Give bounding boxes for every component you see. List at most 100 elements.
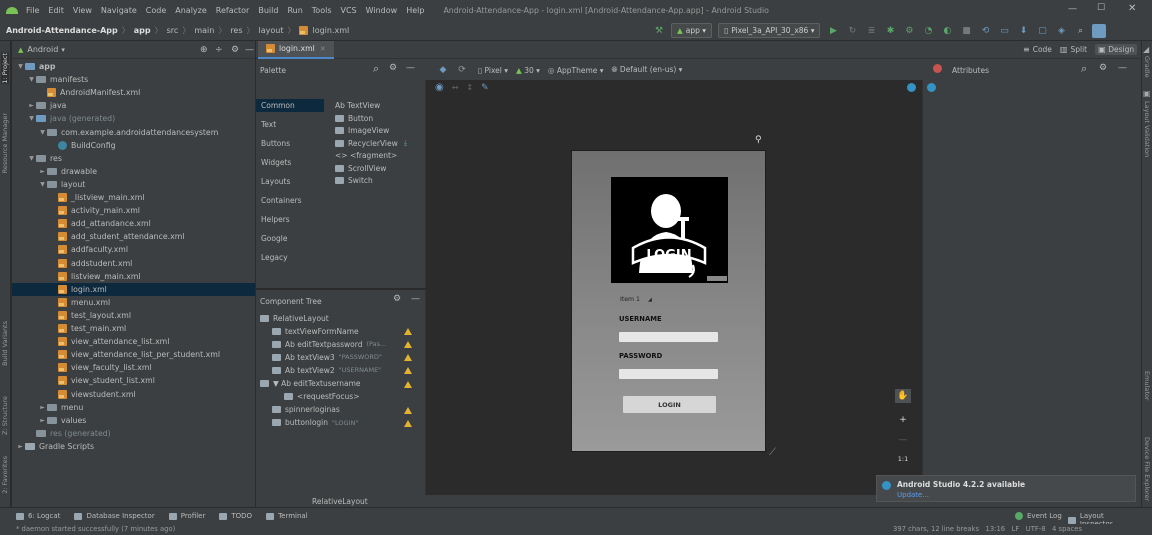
component-tree-item[interactable]: Ab textView2 "USERNAME" [272,364,381,376]
zoom-to-fit-button[interactable]: 1:1 [895,452,911,466]
password-input[interactable] [619,369,718,379]
emulator-tab[interactable]: Emulator [1143,371,1151,401]
tree-item[interactable]: ▼ com.example.androidattendancesystem [12,126,255,139]
gear-icon[interactable]: ⚙ [231,45,239,55]
palette-hide-icon[interactable]: — [406,63,415,73]
component-tree-item[interactable]: ▼ Ab editTextusername [260,378,361,390]
palette-item[interactable]: <> <fragment> [335,149,397,162]
zoom-in-icon[interactable]: + [895,413,911,427]
menu-file[interactable]: File [26,6,39,15]
palette-category-containers[interactable]: Containers [256,194,324,207]
component-tree-gear-icon[interactable]: ⚙ [393,294,401,304]
tree-item[interactable]: ► menu [12,401,255,414]
tree-item[interactable]: view_attendance_list.xml [12,335,255,348]
palette-category-common[interactable]: Common [256,99,324,112]
chevron-down-icon[interactable]: ▼ [38,181,47,188]
chevron-down-icon[interactable]: ▼ [27,76,36,83]
sync-gradle-icon[interactable]: ⟲ [978,24,992,38]
menu-run[interactable]: Run [287,6,302,15]
tree-item[interactable]: ► drawable [12,165,255,178]
attributes-gear-icon[interactable]: ⚙ [1099,63,1107,73]
palette-item[interactable]: ScrollView [335,162,386,175]
menu-refactor[interactable]: Refactor [216,6,250,15]
warning-icon[interactable] [404,380,412,388]
hammer-icon[interactable]: ⚒ [652,24,666,38]
menu-build[interactable]: Build [258,6,278,15]
palette-category-widgets[interactable]: Widgets [256,156,324,169]
breadcrumb-file[interactable]: login.xml [312,26,349,35]
warning-icon[interactable] [404,419,412,427]
device-manager-icon[interactable]: ▢ [1035,24,1049,38]
login-logo-image[interactable]: LOGIN [611,177,728,283]
database-inspector-tab[interactable]: Database Inspector [74,512,155,520]
chevron-down-icon[interactable]: ▼ [27,155,36,162]
warning-icon[interactable] [404,354,412,362]
palette-category-helpers[interactable]: Helpers [256,213,324,226]
locate-icon[interactable]: ⊕ [200,45,208,55]
tree-item[interactable]: view_attendance_list_per_student.xml [12,348,255,361]
minimize-button[interactable]: — [1068,4,1077,14]
pan-hand-icon[interactable]: ✋ [895,389,911,403]
component-tree-item[interactable]: buttonlogin "LOGIN" [272,417,358,429]
breadcrumb-relativelayout[interactable]: RelativeLayout [312,497,368,506]
api-level-select[interactable]: ▲ 30 ▾ [516,66,540,75]
close-button[interactable]: ✕ [1128,3,1136,14]
palette-item[interactable]: Switch [335,174,373,187]
menu-navigate[interactable]: Navigate [101,6,137,15]
chevron-right-icon[interactable]: ► [38,417,47,424]
chevron-down-icon[interactable]: ▼ [38,129,47,136]
chevron-right-icon[interactable]: ► [16,443,25,450]
update-notification[interactable]: Android Studio 4.2.2 available Update... [876,475,1136,502]
device-file-explorer-tab[interactable]: Device File Explorer [1143,437,1151,501]
logcat-tab[interactable]: 6: Logcat [16,512,60,520]
palette-item[interactable]: ImageView [335,124,389,137]
favorites-tab[interactable]: 2: Favorites [1,456,9,494]
tree-item[interactable]: menu.xml [12,296,255,309]
download-icon[interactable]: ⤓ [404,138,407,148]
breadcrumb-project[interactable]: Android-Attendance-App [6,26,118,35]
login-button[interactable]: LOGIN [623,396,716,413]
structure-tab[interactable]: Z: Structure [1,396,9,435]
tree-item[interactable]: ► values [12,414,255,427]
menu-help[interactable]: Help [406,6,424,15]
menu-vcs[interactable]: VCS [341,6,357,15]
palette-category-legacy[interactable]: Legacy [256,251,324,264]
breadcrumb-module[interactable]: app [134,26,151,35]
tree-item[interactable]: ► Gradle Scripts [12,440,255,453]
avd-manager-icon[interactable]: ▭ [997,24,1011,38]
gradle-tab[interactable]: Gradle [1143,56,1151,78]
tree-item[interactable]: login.xml [12,282,255,296]
tree-item[interactable]: test_layout.xml [12,309,255,322]
run-icon[interactable]: ▶ [826,24,840,38]
tree-item[interactable]: addstudent.xml [12,257,255,270]
eye-icon[interactable]: ◉ [435,82,444,93]
tree-item[interactable]: activity_main.xml [12,204,255,217]
component-tree-hide-icon[interactable]: — [411,294,420,304]
tree-item[interactable]: ► java [12,99,255,112]
project-tab[interactable]: 1: Project [1,53,9,84]
todo-tab[interactable]: TODO [219,512,252,520]
resize-handle-icon[interactable]: ⟋ [769,447,776,458]
hide-icon[interactable]: — [245,45,254,55]
spinner-login-as[interactable]: Item 1 ◢ [620,296,652,303]
menu-tools[interactable]: Tools [312,6,332,15]
chevron-down-icon[interactable]: ▼ [27,115,36,122]
zoom-out-icon[interactable]: — [895,433,911,447]
rerun-icon[interactable]: ↻ [845,24,859,38]
apply-changes-icon[interactable]: ≣ [864,24,878,38]
debug-icon[interactable]: ✱ [883,24,897,38]
chevron-right-icon[interactable]: ► [38,404,47,411]
chevron-down-icon[interactable]: ▾ [61,46,65,54]
warning-icon[interactable] [404,341,412,349]
search-everywhere-icon[interactable]: ⌕ [1073,24,1087,38]
profile-icon[interactable]: ◔ [921,24,935,38]
attributes-hide-icon[interactable]: — [1118,63,1127,73]
menu-window[interactable]: Window [366,6,398,15]
autoconnect-icon[interactable]: ↔ [452,83,459,92]
resource-manager-tab[interactable]: Resource Manager [1,113,9,173]
breadcrumb-src[interactable]: src [167,26,179,35]
tree-item[interactable]: listview_main.xml [12,270,255,283]
palette-category-layouts[interactable]: Layouts [256,175,324,188]
tree-item[interactable]: view_student_list.xml [12,374,255,387]
component-tree-item[interactable]: Ab textView3 "PASSWORD" [272,351,382,363]
